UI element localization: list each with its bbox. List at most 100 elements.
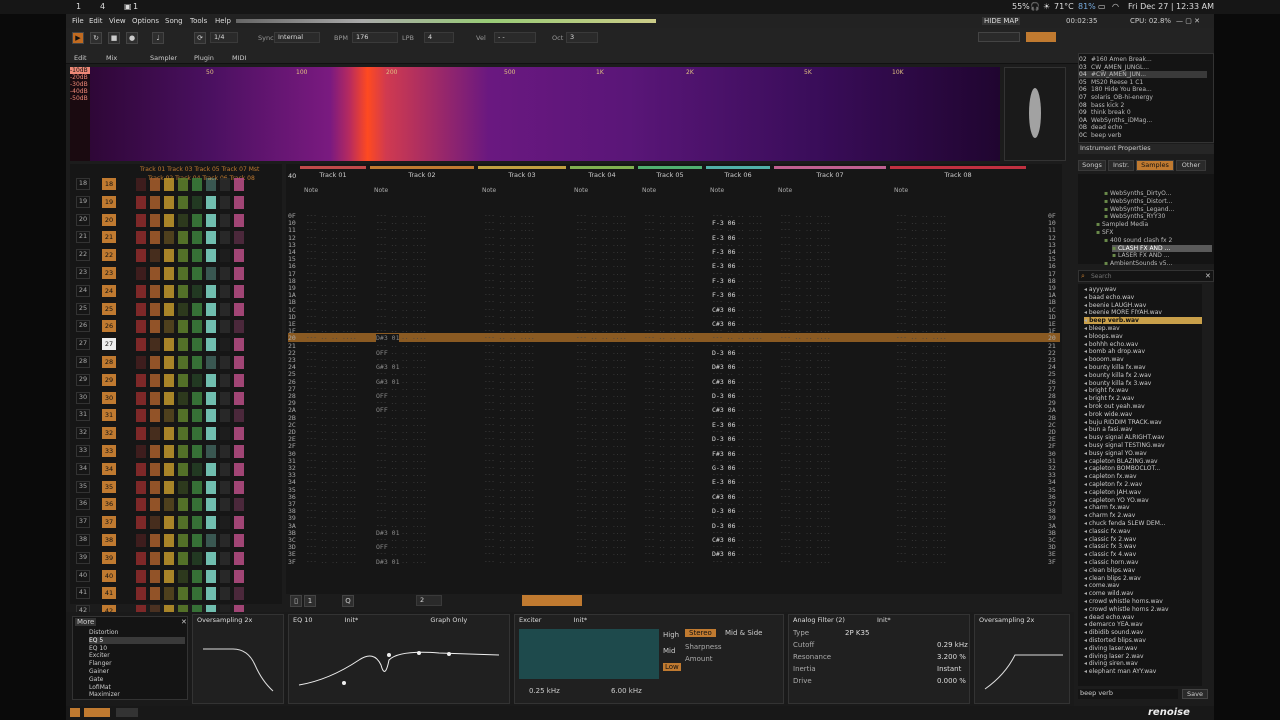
note-cell[interactable]: C#3 06	[712, 492, 736, 501]
empty-cell[interactable]: --- .. .. ....	[780, 363, 884, 370]
pattern-slot[interactable]: 37	[102, 516, 116, 529]
inertia-value[interactable]: Instant	[937, 665, 961, 673]
workspace-3[interactable]: 1	[133, 2, 138, 11]
file-item[interactable]: ◂ beenie MORE FIYAH.wav	[1084, 309, 1202, 316]
file-item[interactable]: ◂ brok out yeah.wav	[1084, 403, 1202, 410]
matrix-cell[interactable]	[220, 249, 230, 263]
empty-cell[interactable]: --- .. .. ....	[896, 262, 1024, 269]
empty-cell[interactable]: --- .. .. ....	[644, 558, 700, 565]
empty-cell[interactable]: --- .. .. ....	[576, 500, 632, 507]
folder-item[interactable]: ▪ LASER FX AND ...	[1112, 252, 1212, 259]
empty-cell[interactable]: --- .. .. ....	[484, 370, 564, 377]
matrix-cell[interactable]	[150, 445, 160, 458]
matrix-cell[interactable]	[206, 480, 216, 494]
workspace-1[interactable]: 1	[76, 2, 81, 11]
sequence-number[interactable]: 34	[76, 462, 90, 475]
matrix-cell[interactable]	[234, 587, 244, 601]
empty-cell[interactable]: --- .. .. ....	[484, 486, 564, 493]
matrix-cell[interactable]	[206, 195, 216, 209]
file-item[interactable]: ◂ buju RIDDIM TRACK.wav	[1084, 419, 1202, 426]
matrix-cell[interactable]	[178, 551, 188, 565]
tab-songs[interactable]: Songs	[1078, 160, 1106, 171]
empty-cell[interactable]: --- .. .. ....	[484, 234, 564, 241]
empty-cell[interactable]: --- .. .. ....	[712, 471, 768, 478]
file-item[interactable]: ◂ crowd whistle horns 2.wav	[1084, 606, 1202, 613]
track-header[interactable]: Track 03 Note	[478, 166, 566, 194]
empty-cell[interactable]: --- .. .. ....	[896, 435, 1024, 442]
matrix-cell[interactable]	[192, 445, 202, 458]
filter-preset[interactable]: Init*	[877, 616, 891, 624]
empty-cell[interactable]: --- .. .. ....	[376, 342, 472, 349]
matrix-cell[interactable]	[192, 409, 202, 423]
note-cell[interactable]: C#3 06	[712, 377, 736, 386]
matrix-cell[interactable]	[164, 534, 174, 547]
pattern-octave-field[interactable]: 2	[416, 595, 442, 606]
empty-cell[interactable]: --- .. .. ....	[376, 226, 472, 233]
file-item[interactable]: ◂ bohhh echo.wav	[1084, 341, 1202, 348]
matrix-cell[interactable]	[136, 480, 146, 494]
empty-cell[interactable]: --- .. .. ....	[376, 298, 472, 305]
empty-cell[interactable]: --- .. .. ....	[712, 370, 768, 377]
note-cell[interactable]: OFF	[376, 348, 388, 357]
empty-cell[interactable]: --- .. .. ....	[306, 226, 364, 233]
matrix-cell[interactable]	[150, 267, 160, 280]
note-cell[interactable]: E-3 06	[712, 233, 736, 242]
empty-cell[interactable]: --- .. .. ....	[780, 522, 884, 529]
pattern-slot[interactable]: 26	[102, 320, 116, 333]
pattern-slot[interactable]: 35	[102, 480, 116, 493]
matrix-cell[interactable]	[178, 516, 188, 530]
exciter-band-display[interactable]	[519, 629, 659, 679]
matrix-cell[interactable]	[206, 178, 216, 191]
octave-field[interactable]: 3	[566, 32, 598, 43]
empty-cell[interactable]: --- .. .. ....	[896, 514, 1024, 521]
empty-cell[interactable]: --- .. .. ....	[644, 522, 700, 529]
matrix-cell[interactable]	[150, 498, 160, 512]
empty-cell[interactable]: --- .. .. ....	[576, 428, 632, 435]
sync-select[interactable]: Internal	[274, 32, 320, 43]
empty-cell[interactable]: --- .. .. ....	[484, 262, 564, 269]
empty-cell[interactable]: --- .. .. ....	[712, 334, 768, 341]
scope-toggle[interactable]	[978, 32, 1020, 42]
matrix-cell[interactable]	[206, 249, 216, 263]
pattern-position[interactable]: 1/4	[210, 32, 238, 43]
matrix-cell[interactable]	[150, 195, 160, 209]
matrix-cell[interactable]	[150, 356, 160, 369]
dsp-item[interactable]: Gate	[89, 676, 185, 683]
empty-cell[interactable]: --- .. .. ....	[576, 334, 632, 341]
folder-item[interactable]: ▪ WebSynths_DirtyO...	[1104, 190, 1204, 197]
empty-cell[interactable]: --- .. .. ....	[306, 241, 364, 248]
matrix-cell[interactable]	[192, 462, 202, 476]
matrix-cell[interactable]	[192, 195, 202, 209]
empty-cell[interactable]: --- .. .. ....	[780, 493, 884, 500]
matrix-cell[interactable]	[234, 320, 244, 334]
instrument-row[interactable]: 0B dead echo	[1079, 124, 1207, 131]
matrix-cell[interactable]	[136, 391, 146, 405]
empty-cell[interactable]: --- .. .. ....	[780, 277, 884, 284]
matrix-cell[interactable]	[136, 534, 146, 547]
empty-cell[interactable]: --- .. .. ....	[576, 284, 632, 291]
pattern-slot[interactable]: 27	[102, 338, 116, 351]
empty-cell[interactable]: --- .. .. ....	[306, 248, 364, 255]
resonance-value[interactable]: 3.200 %	[937, 653, 966, 661]
empty-cell[interactable]: --- .. .. ....	[712, 486, 768, 493]
empty-cell[interactable]: --- .. .. ....	[306, 406, 364, 413]
empty-cell[interactable]: --- .. .. ....	[644, 356, 700, 363]
note-cell[interactable]: C#3 06	[712, 536, 736, 544]
empty-cell[interactable]: --- .. .. ....	[896, 255, 1024, 262]
search-input[interactable]	[1091, 272, 1201, 281]
matrix-cell[interactable]	[234, 178, 244, 191]
matrix-cell[interactable]	[136, 498, 146, 512]
empty-cell[interactable]: --- .. .. ....	[644, 262, 700, 269]
empty-cell[interactable]: --- .. .. ....	[576, 370, 632, 377]
file-item[interactable]: ◂ come.wav	[1084, 582, 1202, 589]
matrix-cell[interactable]	[178, 267, 188, 280]
matrix-cell[interactable]	[164, 178, 174, 191]
empty-cell[interactable]: --- .. .. ....	[896, 457, 1024, 464]
empty-cell[interactable]: --- .. .. ....	[780, 442, 884, 449]
empty-cell[interactable]: --- .. .. ....	[896, 226, 1024, 233]
empty-cell[interactable]: --- .. .. ....	[896, 471, 1024, 478]
sequence-number[interactable]: 18	[76, 178, 90, 190]
tab-samples[interactable]: Samples	[1136, 160, 1174, 171]
empty-cell[interactable]: --- .. .. ....	[780, 255, 884, 262]
menu-options[interactable]: Options	[132, 17, 159, 25]
